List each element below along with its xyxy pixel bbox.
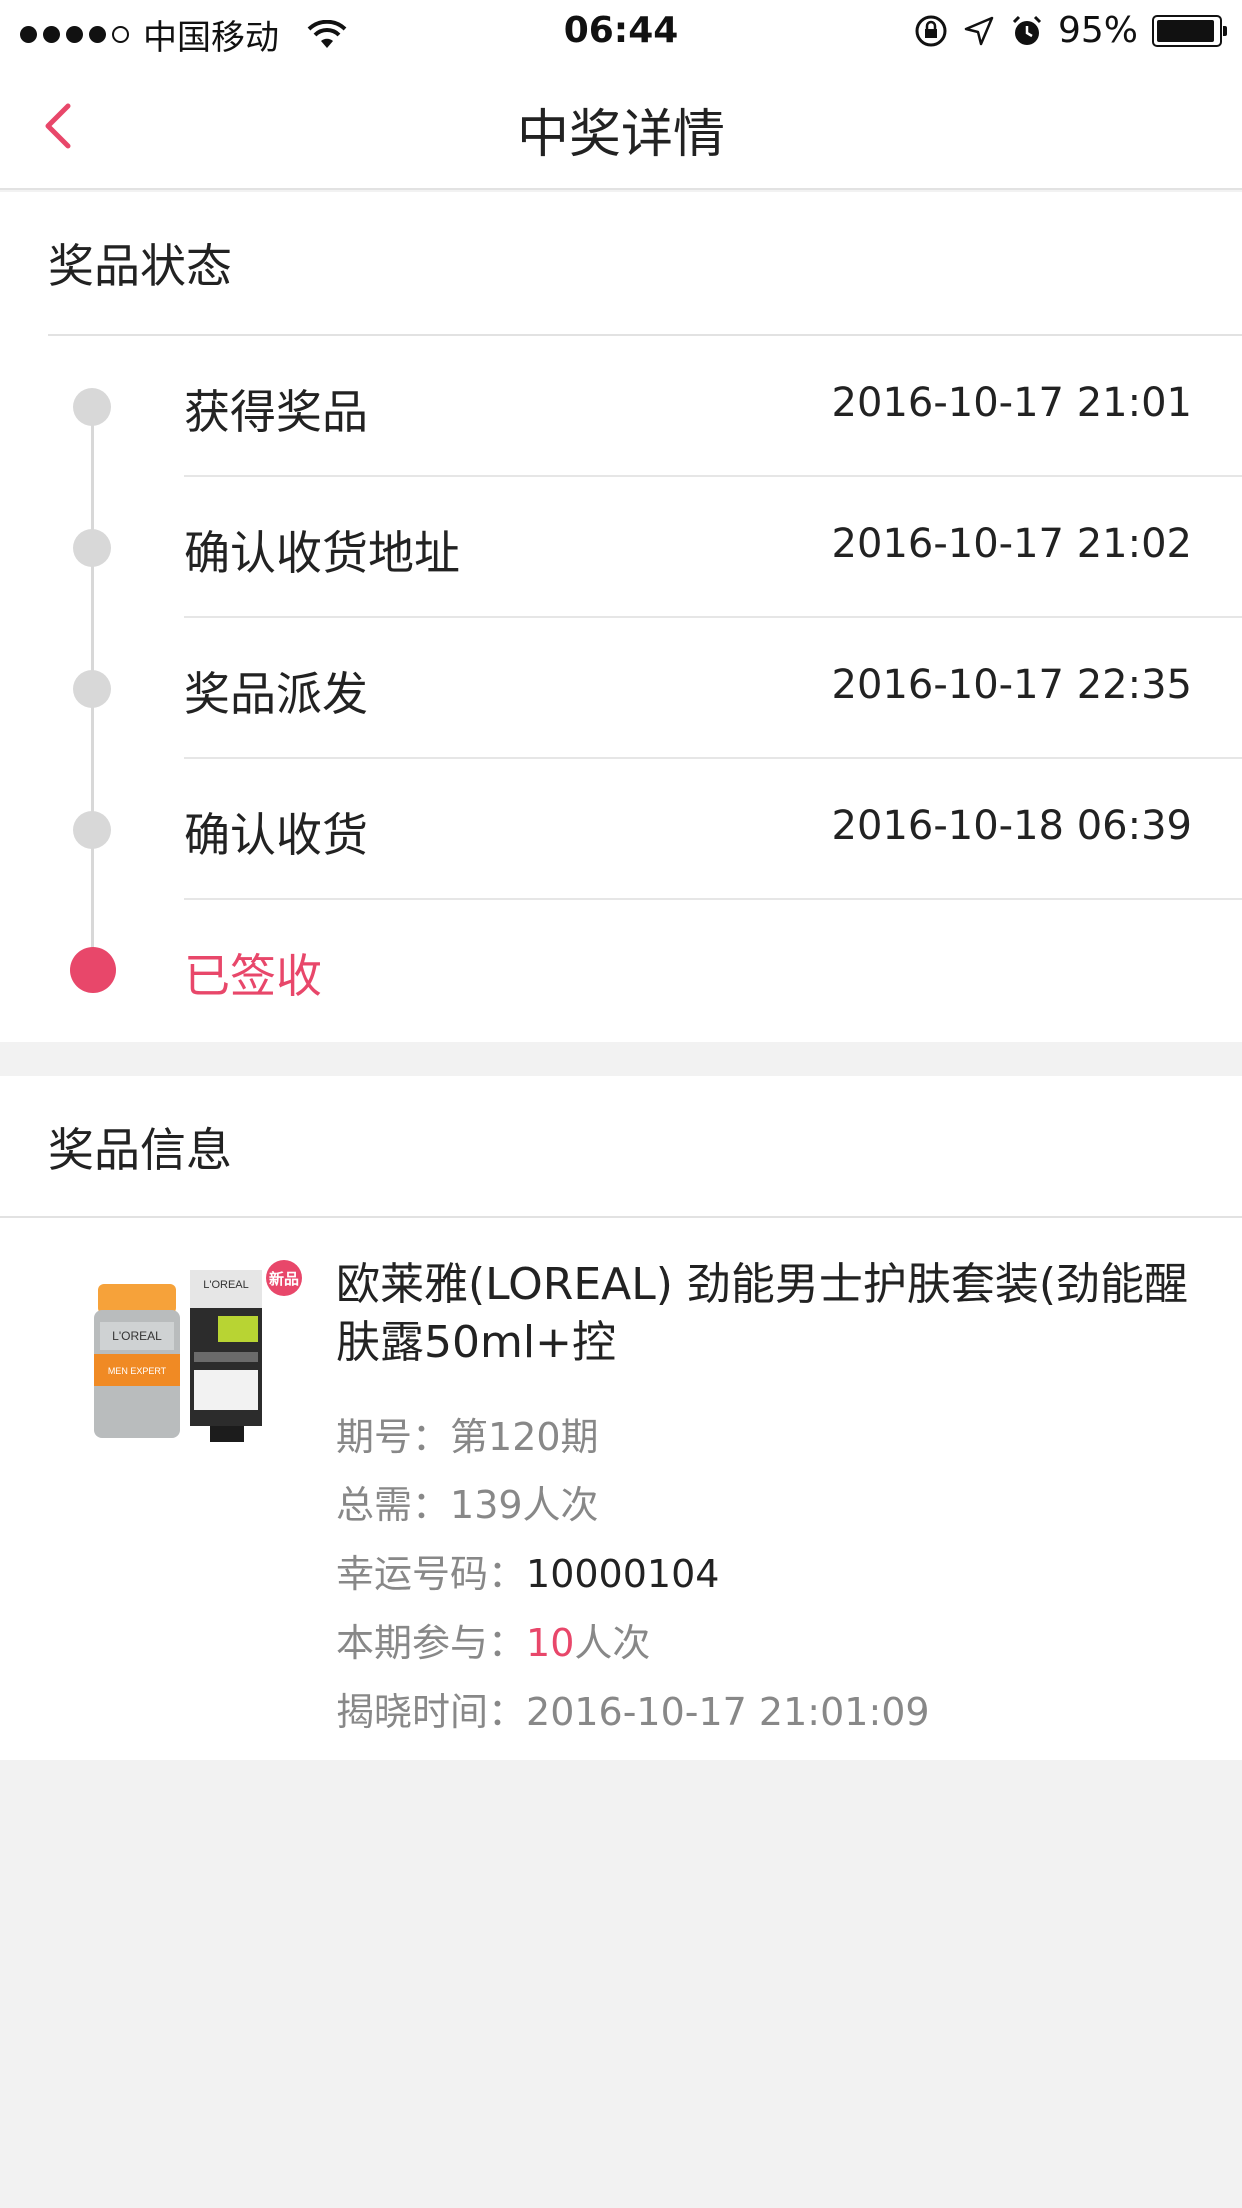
timeline-node-active <box>70 947 116 993</box>
alarm-icon <box>1012 15 1042 45</box>
timeline-step-label: 已签收 <box>184 949 322 1003</box>
product-title[interactable]: 欧莱雅(LOREAL) 劲能男士护肤套装(劲能醒肤露50ml+控 <box>336 1256 1196 1372</box>
participation-row: 本期参与：10人次 <box>336 1612 650 1667</box>
battery-icon <box>1152 14 1227 47</box>
location-icon <box>964 16 994 45</box>
battery-percentage: 95% <box>1057 10 1138 51</box>
svg-text:L'OREAL: L'OREAL <box>112 1329 162 1343</box>
timeline-node <box>73 529 111 567</box>
timeline-step-time: 2016-10-17 22:35 <box>831 662 1192 708</box>
timeline-node <box>73 388 111 426</box>
participation-unit: 人次 <box>574 1621 651 1665</box>
participation-label: 本期参与： <box>336 1621 527 1665</box>
prize-info-section: 奖品信息 L'OREAL MEN EXPERT L'OREAL 新品 欧莱雅(L… <box>0 1076 1242 1760</box>
timeline-step-label: 确认收货地址 <box>184 526 460 580</box>
product-image[interactable]: L'OREAL MEN EXPERT L'OREAL <box>90 1262 280 1452</box>
reveal-time-value: 2016-10-17 21:01:09 <box>526 1690 930 1734</box>
timeline-step-time: 2016-10-17 21:02 <box>831 521 1192 567</box>
prize-status-section: 奖品状态 获得奖品 2016-10-17 21:01 确认收货地址 2016-1… <box>0 192 1242 1042</box>
timeline-step-label: 获得奖品 <box>184 385 368 439</box>
divider <box>0 1216 1242 1218</box>
timeline-step-label: 确认收货 <box>184 808 368 862</box>
status-bar: 中国移动 06:44 95% <box>0 0 1242 62</box>
page-title: 中奖详情 <box>516 105 725 165</box>
lucky-number-label: 幸运号码： <box>336 1552 527 1596</box>
period-label: 期号： <box>336 1415 451 1459</box>
svg-text:L'OREAL: L'OREAL <box>203 1279 249 1291</box>
navigation-bar: 中奖详情 <box>0 62 1242 190</box>
timeline-step-label: 奖品派发 <box>184 667 368 721</box>
timeline-node <box>73 811 111 849</box>
reveal-time-row: 揭晓时间：2016-10-17 21:01:09 <box>336 1681 930 1736</box>
status-bar-right: 95% <box>914 10 1227 51</box>
timeline-step-time: 2016-10-18 06:39 <box>831 803 1192 849</box>
total-label: 总需： <box>336 1483 451 1527</box>
timeline-step-current: 已签收 <box>0 900 1242 1041</box>
new-badge: 新品 <box>266 1260 302 1296</box>
prize-status-header: 奖品状态 <box>48 239 232 293</box>
app-root: 中国移动 06:44 95% 中奖详情 奖品状态 获得奖品 2016-10-17… <box>0 0 1242 2208</box>
svg-text:MEN EXPERT: MEN EXPERT <box>108 1366 167 1376</box>
timeline-step: 确认收货 2016-10-18 06:39 <box>0 759 1242 900</box>
total-value: 139人次 <box>450 1483 599 1527</box>
timeline-step: 获得奖品 2016-10-17 21:01 <box>0 336 1242 477</box>
participation-count: 10 <box>526 1621 575 1665</box>
timeline-step: 奖品派发 2016-10-17 22:35 <box>0 618 1242 759</box>
total-row: 总需：139人次 <box>336 1474 599 1529</box>
lucky-number-value: 10000104 <box>526 1552 720 1596</box>
timeline-node <box>73 670 111 708</box>
period-value: 第120期 <box>450 1415 599 1459</box>
rotation-lock-icon <box>915 15 947 46</box>
timeline-step: 确认收货地址 2016-10-17 21:02 <box>0 477 1242 618</box>
lucky-number-row: 幸运号码：10000104 <box>336 1543 719 1598</box>
period-row: 期号：第120期 <box>336 1406 599 1461</box>
prize-info-header: 奖品信息 <box>48 1123 232 1177</box>
reveal-time-label: 揭晓时间： <box>336 1690 527 1734</box>
timeline-step-time: 2016-10-17 21:01 <box>831 380 1192 426</box>
